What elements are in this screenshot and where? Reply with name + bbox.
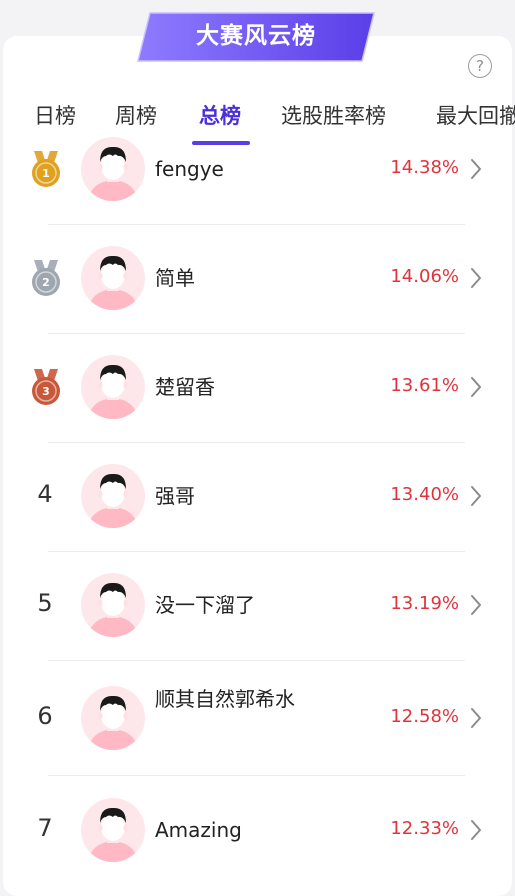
svg-text:2: 2 (42, 276, 50, 289)
row-divider (48, 551, 465, 552)
bronze-medal-icon: 3 (29, 367, 63, 407)
chevron-right-icon[interactable] (468, 157, 484, 181)
return-rate: 12.58% (390, 706, 459, 727)
chevron-right-icon[interactable] (468, 818, 484, 842)
avatar[interactable] (80, 245, 146, 311)
tab-weekly[interactable]: 周榜 (115, 100, 157, 130)
tab-max-drawdown[interactable]: 最大回撤 (436, 100, 515, 130)
avatar[interactable] (80, 797, 146, 863)
user-name: 楚留香 (155, 375, 215, 399)
chevron-right-icon[interactable] (468, 593, 484, 617)
avatar[interactable] (80, 354, 146, 420)
return-rate: 13.61% (390, 375, 459, 396)
rank-number: 4 (37, 480, 53, 508)
gold-medal-icon: 1 (29, 149, 63, 189)
svg-text:1: 1 (42, 167, 50, 180)
row-divider (48, 660, 465, 661)
chevron-right-icon[interactable] (468, 706, 484, 730)
rank-number: 5 (37, 589, 53, 617)
tab-daily[interactable]: 日榜 (34, 100, 76, 130)
tab-win-rate[interactable]: 选股胜率榜 (281, 100, 386, 130)
help-icon[interactable]: ? (468, 54, 492, 78)
user-name: Amazing (155, 818, 242, 842)
row-divider (48, 442, 465, 443)
chevron-right-icon[interactable] (468, 266, 484, 290)
avatar[interactable] (80, 572, 146, 638)
user-name: 没一下溜了 (155, 593, 255, 617)
row-divider (48, 224, 465, 225)
active-tab-indicator (192, 141, 250, 145)
user-name: 顺其自然郭希水 (155, 687, 295, 711)
ranking-tabs: 日榜 周榜 总榜 选股胜率榜 最大回撤 (0, 94, 515, 144)
return-rate: 12.33% (390, 818, 459, 839)
silver-medal-icon: 2 (29, 258, 63, 298)
return-rate: 13.40% (390, 484, 459, 505)
leaderboard-banner: 大赛风云榜 (136, 11, 376, 63)
avatar[interactable] (80, 463, 146, 529)
rank-number: 7 (37, 814, 53, 842)
return-rate: 13.19% (390, 593, 459, 614)
user-name: fengye (155, 157, 224, 181)
banner-title: 大赛风云榜 (196, 23, 316, 49)
svg-text:3: 3 (42, 385, 50, 398)
chevron-right-icon[interactable] (468, 375, 484, 399)
avatar[interactable] (80, 136, 146, 202)
row-divider (48, 775, 465, 776)
rank-number: 6 (37, 702, 53, 730)
tab-overall[interactable]: 总榜 (199, 100, 241, 130)
row-divider (48, 333, 465, 334)
avatar[interactable] (80, 685, 146, 751)
user-name: 简单 (155, 266, 195, 290)
return-rate: 14.06% (390, 266, 459, 287)
user-name: 强哥 (155, 484, 195, 508)
return-rate: 14.38% (390, 157, 459, 178)
chevron-right-icon[interactable] (468, 484, 484, 508)
